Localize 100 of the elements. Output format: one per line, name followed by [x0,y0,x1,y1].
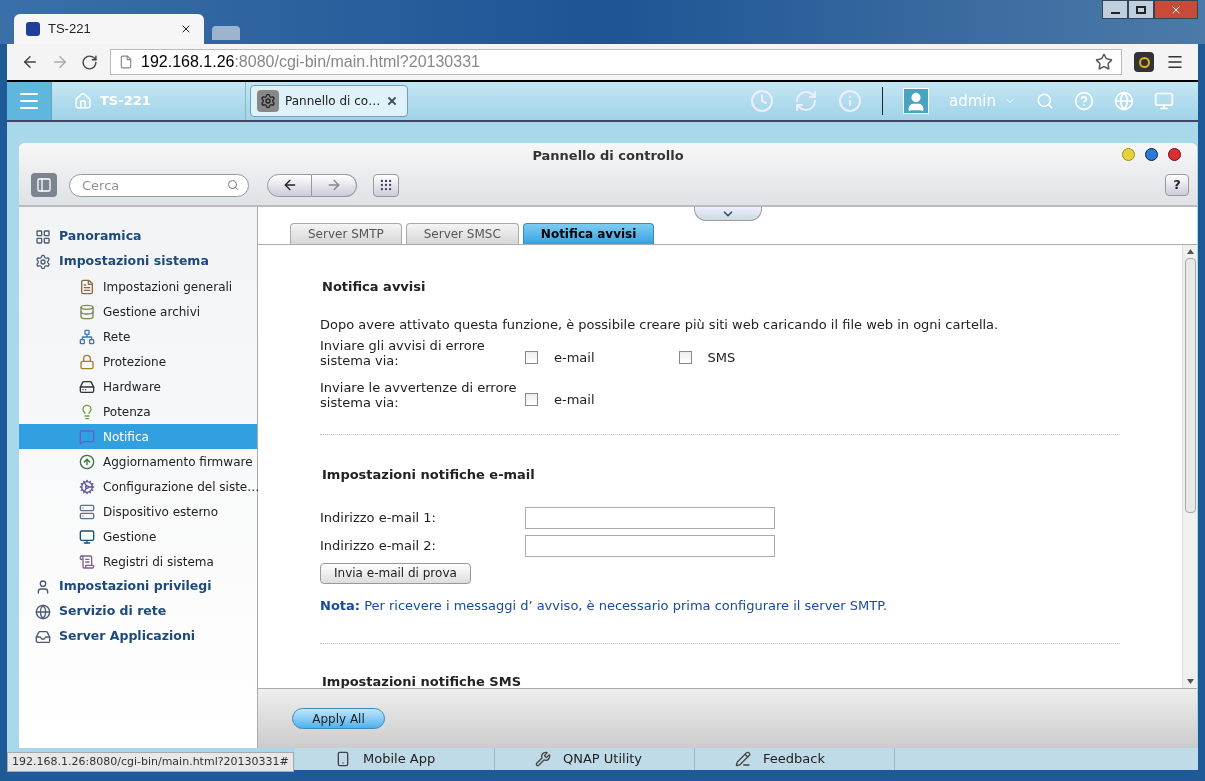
sidebar-item[interactable]: Protezione [19,349,257,374]
help-button[interactable]: ? [1165,174,1189,196]
sidebar-item-label: Registri di sistema [103,553,214,571]
browser-tab[interactable]: TS-221 [14,14,204,44]
tab[interactable]: Notifica avvisi [522,223,655,244]
send-test-email-button[interactable]: Invia e-mail di prova [320,562,471,584]
field-label: Indirizzo e-mail 2: [320,536,437,555]
checkbox[interactable] [525,351,538,364]
sidebar-item-label: Aggiornamento firmware [103,453,253,471]
sidebar-item[interactable]: Dispositivo esterno [19,499,257,524]
sidebar-item[interactable]: Servizio di rete [19,599,257,624]
sidebar-item-label: Servizio di rete [59,602,167,621]
url-text: 192.168.1.26:8080/cgi-bin/main.html?20130331 [141,52,480,72]
extension-icon[interactable] [1134,52,1154,72]
address-field[interactable]: 192.168.1.26:8080/cgi-bin/main.html?20130331 [110,49,1122,75]
panel-icon[interactable] [36,177,52,193]
dock-item[interactable]: Mobile App [295,748,495,770]
page-icon [119,55,133,69]
minimize-button[interactable] [1102,0,1128,19]
user-icon [35,578,51,595]
sidebar-item-label: Server Applicazioni [59,627,196,646]
checkbox[interactable] [525,393,538,406]
email-input-field[interactable] [525,506,775,529]
phone-icon [335,751,351,767]
sidebar-item[interactable]: Impostazioni generali [19,274,257,299]
maximize-icon[interactable] [1145,148,1158,161]
sidebar-item-label: Protezione [103,353,167,371]
sidebar-item[interactable]: Registri di sistema [19,549,257,574]
tab[interactable]: Server SMTP [290,223,402,244]
sidebar-item-label: Hardware [103,378,161,396]
sidebar-item[interactable]: Gestione [19,524,257,549]
note-text: Nota: Per ricevere i messaggi d’ avviso, è necessario prima configurare il server SMTP. [320,596,889,615]
inbox-icon [35,628,51,645]
forward-icon[interactable] [51,53,69,71]
lock-icon [79,353,95,370]
close-icon[interactable] [180,23,192,35]
sidebar-item-label: Gestione archivi [103,303,201,321]
close-icon[interactable] [386,95,399,107]
message-icon [79,428,95,445]
sidebar-item-label: Gestione [103,528,157,546]
main-menu-button[interactable] [7,82,52,120]
apps-grid-button[interactable] [373,173,399,197]
checkbox-label: e-mail [554,348,595,367]
collapse-handle[interactable] [694,207,762,221]
menu-icon[interactable] [1166,53,1184,71]
sidebar-item-label: Rete [103,328,131,346]
sidebar-item[interactable]: Potenza [19,399,257,424]
sidebar-item-label: Dispositivo esterno [103,503,219,521]
cog-icon [79,478,95,495]
monitor-icon [79,528,95,545]
sidebar-item[interactable]: Hardware [19,374,257,399]
sidebar-item[interactable]: Panoramica [19,224,257,249]
scroll-down-icon[interactable] [1186,679,1194,684]
bookmark-star-icon[interactable] [1095,53,1113,71]
section-title: Impostazioni notifiche SMS [322,674,521,688]
scrollbar[interactable] [1182,245,1197,688]
grid-dots-icon[interactable] [379,178,393,192]
checkbox-label: e-mail [554,390,595,409]
close-icon[interactable] [1168,148,1181,161]
sidebar-item-label: Configurazione del siste… [103,478,260,496]
drive-icon [79,378,95,395]
search-field[interactable]: Cerca [69,174,249,197]
sidebar-item-label: Impostazioni generali [103,278,233,296]
document-icon [79,278,95,295]
network-icon [79,328,95,345]
option-label: Inviare gli avvisi di errore sistema via: [320,338,486,370]
checkbox[interactable] [678,351,692,364]
globe-icon [35,603,51,620]
sidebar-toggle-button[interactable] [31,173,57,197]
search-icon[interactable] [227,179,239,191]
email-input-field[interactable] [525,534,775,557]
app-tab[interactable]: Pannello di co… [250,85,408,117]
sidebar-item-label: Impostazioni privilegi [59,577,212,596]
bulb-icon [79,403,95,420]
sidebar-item[interactable]: Server Applicazioni [19,624,257,649]
minimize-icon[interactable] [1122,148,1135,161]
tab[interactable]: Server SMSC [405,223,519,244]
sidebar-item[interactable]: Impostazioni sistema [19,249,257,274]
back-button[interactable] [267,173,312,197]
dock-item[interactable]: QNAP Utility [495,748,695,770]
forward-arrow-icon[interactable] [326,177,342,193]
sidebar-item[interactable]: Rete [19,324,257,349]
sidebar-item-label: Notifica [103,428,149,446]
scroll-up-icon[interactable] [1186,249,1194,254]
sidebar-item[interactable]: Configurazione del siste… [19,474,257,499]
pencil-icon [735,751,751,767]
app-tab-label: Pannello di co… [285,93,381,110]
description-text: Dopo avere attivato questa funzione, è possibile creare più siti web caricando il file web in ogni cartella. [320,315,1000,334]
avatar-icon[interactable] [903,88,929,114]
reload-icon[interactable] [81,53,98,71]
upgrade-icon [79,453,95,470]
sidebar-item-label: Panoramica [59,227,142,246]
back-icon[interactable] [21,53,39,71]
sidebar-item[interactable]: Gestione archivi [19,299,257,324]
maximize-button[interactable] [1128,0,1154,19]
tab-title: TS-221 [48,20,92,39]
sidebar-item[interactable]: Impostazioni privilegi [19,574,257,599]
dock-item[interactable]: Feedback [695,748,895,770]
apply-all-button[interactable]: Apply All [292,708,385,729]
sidebar-item[interactable]: Aggiornamento firmware [19,449,257,474]
